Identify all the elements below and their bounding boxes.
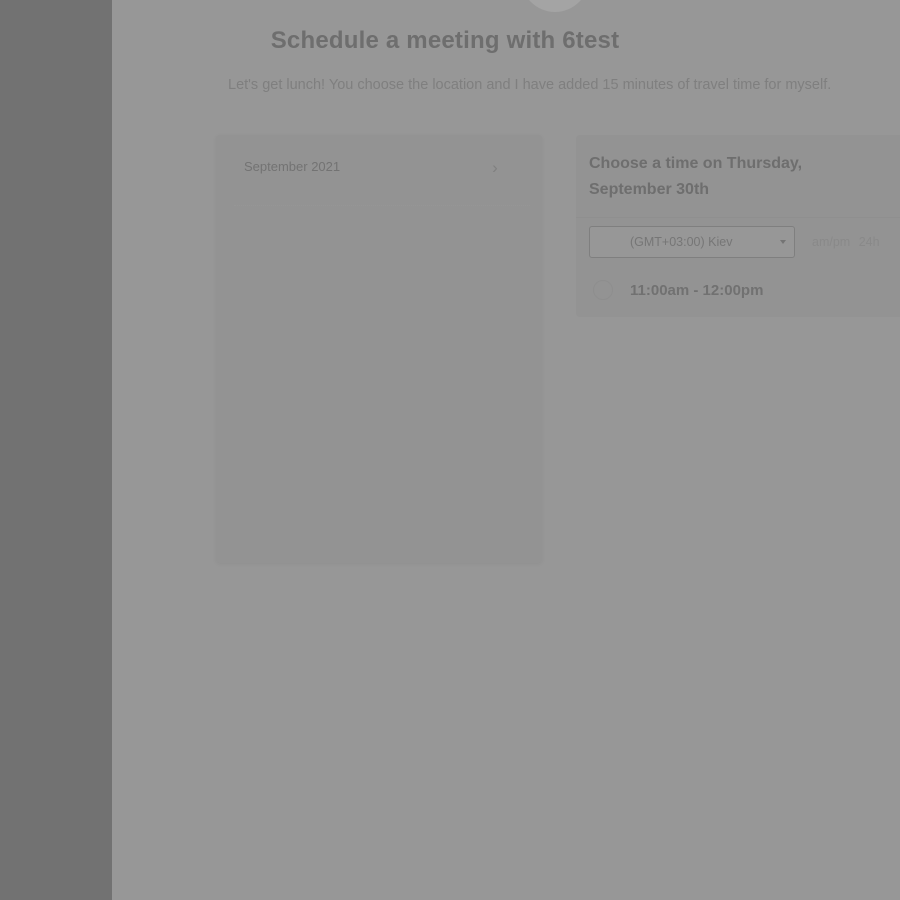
time-slot-label: 11:00am - 12:00pm bbox=[630, 282, 764, 299]
page-description: Let's get lunch! You choose the location… bbox=[228, 77, 832, 93]
time-format-toggle: am/pm 24h bbox=[812, 235, 885, 249]
caret-down-icon bbox=[780, 240, 786, 244]
timezone-select[interactable]: (GMT+03:00) Kiev bbox=[589, 226, 795, 258]
time-slot[interactable]: 11:00am - 12:00pm bbox=[593, 280, 883, 302]
timezone-value: (GMT+03:00) Kiev bbox=[630, 235, 733, 249]
calendar-month-label: September 2021 bbox=[244, 159, 341, 174]
radio-circle-icon[interactable] bbox=[593, 280, 613, 300]
format-ampm-option[interactable]: am/pm bbox=[812, 235, 850, 249]
format-24h-option[interactable]: 24h bbox=[859, 235, 880, 249]
sidebar bbox=[0, 0, 112, 900]
calendar-card: September 2021 › bbox=[216, 135, 542, 563]
time-panel-title: Choose a time on Thursday, September 30t… bbox=[589, 155, 803, 198]
calendar-weekday-row bbox=[234, 205, 530, 218]
time-panel-header: Choose a time on Thursday, September 30t… bbox=[576, 135, 900, 218]
avatar bbox=[521, 0, 589, 12]
chevron-right-icon[interactable]: › bbox=[488, 159, 502, 177]
time-selection-panel: Choose a time on Thursday, September 30t… bbox=[576, 135, 900, 317]
page-title: Schedule a meeting with 6test bbox=[270, 27, 620, 54]
